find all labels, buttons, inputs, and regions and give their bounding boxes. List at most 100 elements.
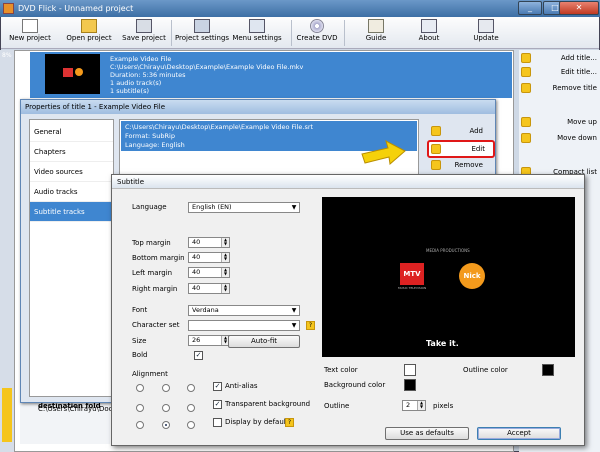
update-button[interactable]: Update	[467, 17, 505, 48]
top-margin-value: 40	[192, 238, 201, 246]
transparent-bg-checkbox[interactable]: ✓	[213, 400, 222, 409]
auto-fit-button[interactable]: Auto-fit	[228, 335, 300, 348]
minimize-button[interactable]: _	[518, 1, 542, 15]
move-up-button[interactable]: Move up	[519, 114, 599, 131]
mtv-thumb-logo	[63, 68, 73, 77]
move-down-button[interactable]: Move down	[519, 130, 599, 147]
about-icon	[421, 19, 437, 33]
antialias-checkbox[interactable]: ✓	[213, 382, 222, 391]
nav-video-sources[interactable]: Video sources	[30, 162, 113, 182]
create-dvd-button[interactable]: Create DVD	[294, 17, 340, 48]
create-dvd-label: Create DVD	[296, 34, 338, 42]
use-as-defaults-button[interactable]: Use as defaults	[385, 427, 469, 440]
nick-thumb-logo	[75, 68, 83, 76]
edit-title-label: Edit title...	[560, 68, 597, 76]
outline-color-swatch[interactable]	[542, 364, 554, 376]
bold-checkbox[interactable]: ✓	[194, 351, 203, 360]
mtv-logo: MTV	[400, 263, 424, 285]
close-button[interactable]: ✕	[559, 1, 599, 15]
edit-title-button[interactable]: Edit title...	[519, 64, 599, 81]
align-middle-right-radio[interactable]	[187, 404, 195, 412]
bg-color-swatch[interactable]	[404, 379, 416, 391]
mtv-logo-caption: MUSIC TELEVISION	[398, 286, 427, 290]
accept-button[interactable]: Accept	[477, 427, 561, 440]
save-project-label: Save project	[122, 34, 166, 42]
save-project-button[interactable]: Save project	[121, 17, 167, 48]
left-margin-label: Left margin	[132, 269, 173, 277]
project-settings-button[interactable]: Project settings	[174, 17, 230, 48]
remove-title-button[interactable]: Remove title	[519, 80, 599, 97]
guide-button[interactable]: Guide	[357, 17, 395, 48]
update-label: Update	[473, 34, 499, 42]
remove-subtitle-button[interactable]: Remove	[429, 157, 489, 173]
align-bottom-left-radio[interactable]	[136, 421, 144, 429]
nav-general[interactable]: General	[30, 122, 113, 142]
nav-subtitle-tracks[interactable]: Subtitle tracks	[30, 202, 113, 222]
bottom-margin-value: 40	[192, 253, 201, 261]
spinner-icon[interactable]: ▲ ▼	[221, 284, 229, 293]
charset-select[interactable]: ▼	[188, 320, 300, 331]
window-title: DVD Flick - Unnamed project	[18, 4, 134, 13]
align-bottom-right-radio[interactable]	[187, 421, 195, 429]
about-button[interactable]: About	[411, 17, 447, 48]
add-icon	[521, 53, 531, 63]
toolbar-separator	[344, 20, 345, 46]
charset-help-icon[interactable]: ?	[306, 321, 315, 330]
preview-caption: Take it.	[426, 339, 459, 348]
right-margin-input[interactable]: 40 ▲ ▼	[188, 283, 230, 294]
top-margin-input[interactable]: 40 ▲ ▼	[188, 237, 230, 248]
align-middle-left-radio[interactable]	[136, 404, 144, 412]
toolbar-separator	[291, 20, 292, 46]
alignment-label: Alignment	[132, 370, 168, 378]
font-select[interactable]: Verdana ▼	[188, 305, 300, 316]
left-margin-input[interactable]: 40 ▲ ▼	[188, 267, 230, 278]
new-project-button[interactable]: New project	[7, 17, 53, 48]
subtitle-dialog-titlebar: Subtitle	[112, 175, 584, 189]
toolbar-separator	[171, 20, 172, 46]
display-default-checkbox[interactable]	[213, 418, 222, 427]
align-top-left-radio[interactable]	[136, 384, 144, 392]
open-project-button[interactable]: Open project	[63, 17, 115, 48]
move-up-label: Move up	[567, 118, 597, 126]
text-color-label: Text color	[324, 366, 358, 374]
edit-subtitle-button[interactable]: Edit	[427, 140, 495, 158]
open-project-label: Open project	[66, 34, 112, 42]
settings-icon	[194, 19, 210, 33]
usage-bar	[2, 388, 12, 442]
bold-label: Bold	[132, 351, 148, 359]
menu-settings-button[interactable]: Menu settings	[232, 17, 282, 48]
align-middle-center-radio[interactable]	[162, 404, 170, 412]
size-input[interactable]: 26 ▲ ▼	[188, 335, 230, 346]
right-margin-value: 40	[192, 284, 201, 292]
usage-strip: 8%	[0, 50, 14, 452]
spinner-icon[interactable]: ▲ ▼	[221, 253, 229, 262]
spinner-icon[interactable]: ▲ ▼	[221, 238, 229, 247]
language-select[interactable]: English (EN) ▼	[188, 202, 300, 213]
nick-logo: Nick	[459, 263, 485, 289]
edit-icon	[431, 144, 441, 154]
display-default-help-icon[interactable]: ?	[285, 418, 294, 427]
highlight-arrow-icon	[361, 140, 406, 165]
nav-chapters[interactable]: Chapters	[30, 142, 113, 162]
new-project-label: New project	[9, 34, 51, 42]
title-list-item[interactable]: Example Video File C:\Users\Chirayu\Desk…	[30, 52, 512, 98]
edit-icon	[521, 67, 531, 77]
align-top-right-radio[interactable]	[187, 384, 195, 392]
title-path: C:\Users\Chirayu\Desktop\Example\Example…	[110, 63, 304, 71]
outline-label: Outline	[324, 402, 350, 410]
usage-percent: 8%	[2, 52, 12, 59]
language-label: Language	[132, 203, 167, 211]
align-top-center-radio[interactable]	[162, 384, 170, 392]
remove-icon	[431, 160, 441, 170]
edit-subtitle-label: Edit	[471, 145, 485, 153]
antialias-label: Anti-alias	[225, 382, 258, 390]
align-bottom-center-radio[interactable]	[162, 421, 170, 429]
add-subtitle-button[interactable]: Add	[429, 123, 489, 139]
spinner-icon[interactable]: ▲ ▼	[417, 401, 425, 410]
nav-audio-tracks[interactable]: Audio tracks	[30, 182, 113, 202]
bottom-margin-input[interactable]: 40 ▲ ▼	[188, 252, 230, 263]
spinner-icon[interactable]: ▲ ▼	[221, 268, 229, 277]
outline-input[interactable]: 2 ▲ ▼	[402, 400, 426, 411]
window-titlebar: DVD Flick - Unnamed project	[0, 0, 600, 17]
text-color-swatch[interactable]	[404, 364, 416, 376]
